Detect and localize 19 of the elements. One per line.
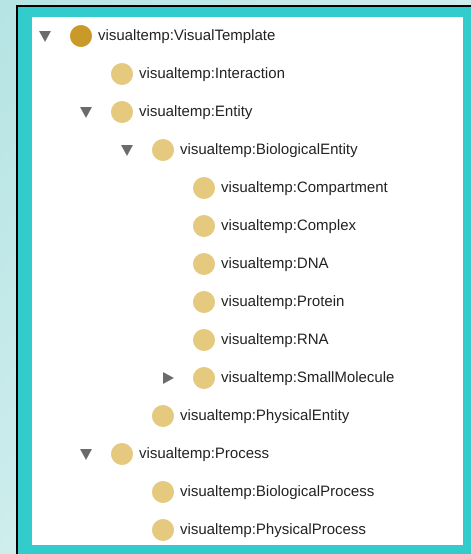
tree-item-label[interactable]: visualtemp:PhysicalProcess — [180, 518, 366, 542]
tree-item-label[interactable]: visualtemp:VisualTemplate — [98, 24, 276, 48]
tree-item-label[interactable]: visualtemp:RNA — [221, 328, 329, 352]
expand-triangle-icon[interactable] — [161, 371, 175, 385]
tree-item-label[interactable]: visualtemp:BiologicalEntity — [180, 138, 358, 162]
tree-item-label[interactable]: visualtemp:SmallMolecule — [221, 366, 394, 390]
collapse-triangle-icon[interactable] — [120, 143, 134, 157]
tree-item-label[interactable]: visualtemp:DNA — [221, 252, 329, 276]
tree-item-label[interactable]: visualtemp:Entity — [139, 100, 252, 124]
tree-item-label[interactable]: visualtemp:Protein — [221, 290, 344, 314]
tree-item-label[interactable]: visualtemp:BiologicalProcess — [180, 480, 374, 504]
tree-item-label[interactable]: visualtemp:PhysicalEntity — [180, 404, 350, 428]
collapse-triangle-icon[interactable] — [79, 447, 93, 461]
tree-item-label[interactable]: visualtemp:Complex — [221, 214, 356, 238]
tree-item-label[interactable]: visualtemp:Process — [139, 442, 270, 466]
tree-item-label[interactable]: visualtemp:Interaction — [139, 62, 285, 86]
collapse-triangle-icon[interactable] — [38, 29, 52, 43]
collapse-triangle-icon[interactable] — [79, 105, 93, 119]
tree-item-label[interactable]: visualtemp:Compartment — [221, 176, 388, 200]
